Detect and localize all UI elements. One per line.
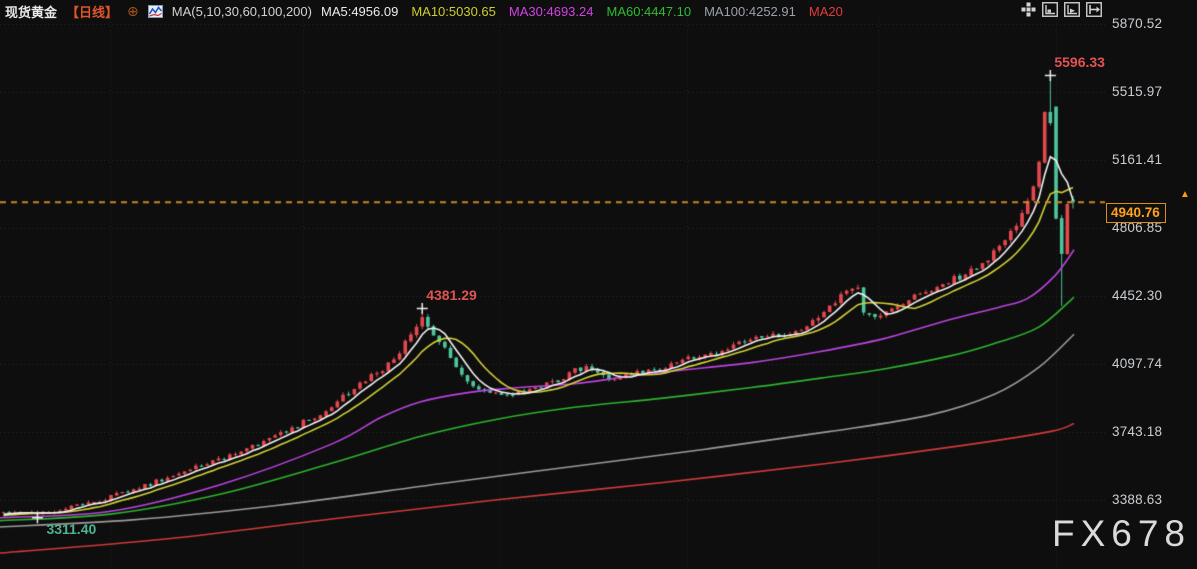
y-axis-label: 5515.97 [1112,84,1162,99]
auto-fit-button[interactable] [1063,2,1081,17]
y-axis[interactable]: 5870.525515.975161.414806.854452.304097.… [1105,0,1197,569]
y-axis-label: 3743.18 [1112,424,1162,439]
chart-toolbar [1019,2,1103,17]
ma-value-label: MA100:4252.91 [704,4,796,19]
ma-settings-label[interactable]: MA(5,10,30,60,100,200) [172,4,312,19]
price-up-arrow-icon: ▲ [1180,190,1190,200]
expand-icon[interactable]: ⊕ [127,5,139,17]
ma-value-label: MA10:5030.65 [411,4,496,19]
move-tool-button[interactable] [1019,2,1037,17]
chart-header: 现货黄金 【日线】 ⊕ MA(5,10,30,60,100,200) MA5:4… [5,2,845,20]
period-label[interactable]: 【日线】 [66,2,118,21]
ma-value-label: MA30:4693.24 [509,4,594,19]
y-axis-label: 5161.41 [1112,152,1162,167]
y-axis-label: 4097.74 [1112,356,1162,371]
jump-to-latest-button[interactable] [1085,2,1103,17]
axis-scale-button[interactable] [1041,2,1059,17]
chart-window: 现货黄金 【日线】 ⊕ MA(5,10,30,60,100,200) MA5:4… [0,0,1197,569]
price-annotation: 3311.40 [46,521,96,537]
y-axis-label: 3388.63 [1112,492,1162,507]
price-annotation: 4381.29 [426,287,477,303]
y-axis-label: 5870.52 [1112,16,1162,31]
ma-value-label: MA5:4956.09 [321,4,398,19]
ma-value-label: MA60:4447.10 [606,4,691,19]
chart-type-icon[interactable] [148,5,163,18]
current-price-badge: 4940.76 [1106,203,1166,223]
ma-value-label: MA20 [809,4,843,19]
current-price-value: 4940.76 [1111,205,1160,220]
candlestick-canvas[interactable] [0,0,1197,569]
ma-legend: MA5:4956.09 MA10:5030.65 MA30:4693.24 MA60:… [321,4,845,19]
y-axis-label: 4452.30 [1112,288,1162,303]
symbol-title: 现货黄金 [5,2,57,21]
price-annotation: 5596.33 [1054,54,1105,70]
